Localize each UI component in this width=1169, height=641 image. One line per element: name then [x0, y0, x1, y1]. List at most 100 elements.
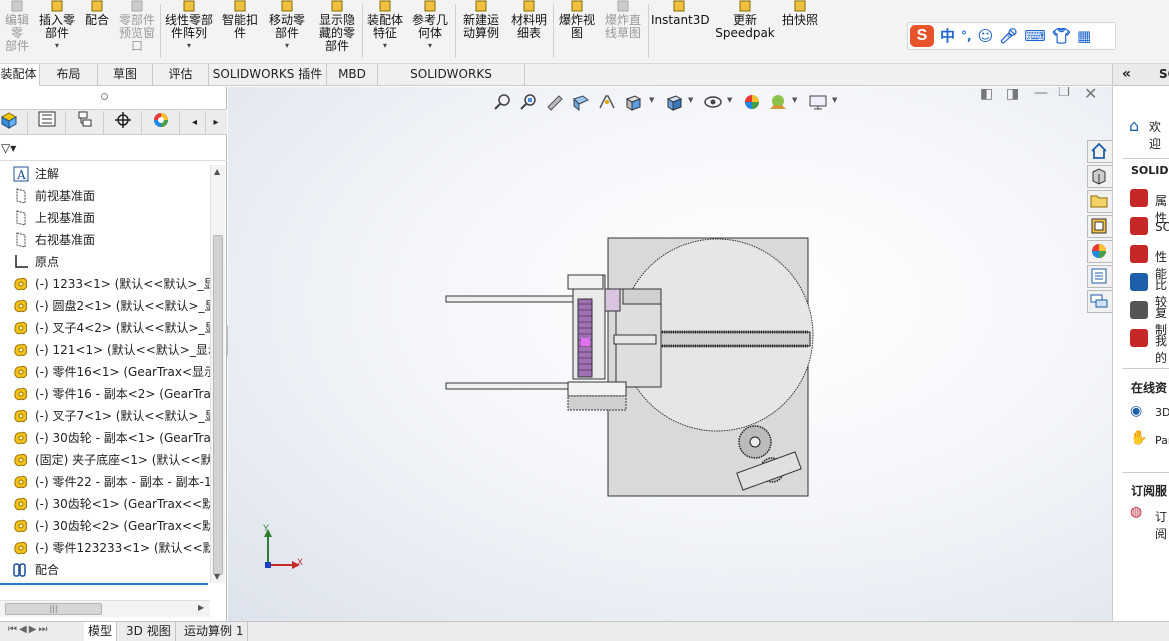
tab-solidworks-addins[interactable]: SOLIDWORKS 插件: [209, 64, 327, 86]
maximize-icon[interactable]: ❐: [1058, 87, 1070, 100]
online-item-3d[interactable]: 3D: [1155, 406, 1169, 419]
ribbon-button-1[interactable]: 插入零 部件 ▾: [36, 0, 78, 62]
ribbon-button-7[interactable]: 显示隐 藏的零 部件: [315, 0, 359, 62]
scroll-up-icon[interactable]: ▲: [214, 167, 220, 176]
rollback-bar[interactable]: [0, 583, 208, 585]
graphics-area[interactable]: ▼ ▼ ▼ ▼ ▼ ◧ ◨ — ❐ ✕ Y X: [228, 87, 1112, 621]
tab-scroll-right[interactable]: ▸: [205, 111, 227, 134]
subscription-item[interactable]: 订阅: [1155, 508, 1169, 542]
home-icon[interactable]: [1087, 140, 1112, 163]
scroll-down-icon[interactable]: ▼: [214, 572, 220, 581]
scroll-right-icon[interactable]: ▶: [198, 603, 204, 612]
tab-solidworks-inspection[interactable]: SOLIDWORKS Inspection: [378, 64, 525, 102]
tree-item[interactable]: (-) 1233<1> (默认<<默认>_显示: [0, 273, 210, 295]
chevron-down-icon[interactable]: ▼: [649, 96, 654, 104]
custom-properties-icon[interactable]: [1087, 265, 1112, 288]
tab-assembly[interactable]: 装配体: [0, 64, 40, 86]
tab-nav-icons[interactable]: ⏮◀▶⏭: [8, 624, 49, 635]
file-explorer-icon[interactable]: [1087, 190, 1112, 213]
tree-item[interactable]: (-) 圆盘2<1> (默认<<默认>_显: [0, 295, 210, 317]
microphone-icon[interactable]: 🎤︎: [999, 25, 1018, 47]
dynamic-annotation-icon[interactable]: [597, 93, 617, 111]
ribbon-button-9[interactable]: 参考几 何体 ▾: [410, 0, 450, 62]
restore-right-icon[interactable]: ◨: [1006, 87, 1019, 102]
ime-punctuation-toggle[interactable]: °,: [961, 25, 972, 47]
ribbon-button-14[interactable]: Instant3D: [651, 0, 710, 62]
filter-icon[interactable]: ▽▾: [1, 141, 16, 155]
chevron-down-icon[interactable]: ▼: [688, 96, 693, 104]
tree-item[interactable]: (-) 121<1> (默认<<默认>_显示: [0, 339, 210, 361]
tree-item[interactable]: (-) 30齿轮 - 副本<1> (GearTra: [0, 427, 210, 449]
ime-mode-toggle[interactable]: 中: [940, 25, 955, 47]
tree-item[interactable]: (固定) 夹子底座<1> (默认<<默认: [0, 449, 210, 471]
edit-appearance-icon[interactable]: [742, 93, 762, 111]
forum-icon[interactable]: [1087, 290, 1112, 313]
restore-left-icon[interactable]: ◧: [980, 87, 993, 102]
collapse-pane-icon[interactable]: «: [1122, 66, 1131, 82]
ribbon-button-2[interactable]: 配合: [83, 0, 111, 62]
tree-item[interactable]: A 注解: [0, 163, 210, 185]
minimize-icon[interactable]: —: [1034, 87, 1048, 101]
panel-grip[interactable]: [101, 93, 108, 100]
skin-icon[interactable]: 👕︎: [1052, 25, 1071, 47]
tree-item[interactable]: (-) 零件16 - 副本<2> (GearTra: [0, 383, 210, 405]
chevron-down-icon[interactable]: ▾: [365, 42, 405, 50]
tab-evaluate[interactable]: 评估: [153, 64, 209, 86]
dimxpert-manager-tab[interactable]: [104, 111, 142, 134]
tree-item[interactable]: (-) 零件16<1> (GearTrax<显示: [0, 361, 210, 383]
ribbon-button-10[interactable]: 新建运 动算例: [459, 0, 503, 62]
tree-vertical-scrollbar[interactable]: ▲ ▼: [210, 165, 225, 583]
property-manager-tab[interactable]: [28, 111, 66, 134]
chevron-down-icon[interactable]: ▼: [792, 96, 797, 104]
tree-item[interactable]: (-) 叉子7<1> (默认<<默认>_显: [0, 405, 210, 427]
chevron-down-icon[interactable]: ▾: [265, 42, 309, 50]
view-orientation-icon[interactable]: [623, 93, 643, 111]
ribbon-button-3[interactable]: 零部件 预览窗 口: [117, 0, 157, 62]
display-style-icon[interactable]: [664, 93, 684, 111]
chevron-down-icon[interactable]: ▼: [832, 96, 837, 104]
tree-item[interactable]: (-) 叉子4<2> (默认<<默认>_显: [0, 317, 210, 339]
scroll-thumb[interactable]: [213, 235, 223, 575]
zoom-to-fit-icon[interactable]: [493, 93, 513, 111]
chevron-down-icon[interactable]: ▾: [162, 42, 216, 50]
tree-item[interactable]: 前视基准面: [0, 185, 210, 207]
task-item-label[interactable]: 我的: [1155, 332, 1169, 366]
tab-motion-study[interactable]: 运动算例 1: [180, 622, 249, 641]
feature-manager-tab[interactable]: [0, 111, 28, 134]
tree-item[interactable]: 上视基准面: [0, 207, 210, 229]
close-icon[interactable]: ✕: [1084, 87, 1097, 103]
tree-item[interactable]: (-) 零件22 - 副本 - 副本 - 副本-1: [0, 471, 210, 493]
tab-mbd[interactable]: MBD: [327, 64, 378, 86]
tree-item[interactable]: (-) 30齿轮<1> (GearTrax<<默认: [0, 493, 210, 515]
view-settings-icon[interactable]: [808, 93, 828, 111]
previous-view-icon[interactable]: [545, 93, 565, 111]
ribbon-button-4[interactable]: 线性零部 件阵列 ▾: [162, 0, 216, 62]
apply-scene-icon[interactable]: [768, 93, 788, 111]
view-palette-icon[interactable]: [1087, 215, 1112, 238]
ribbon-button-8[interactable]: 装配体 特征 ▾: [365, 0, 405, 62]
section-view-icon[interactable]: [571, 93, 591, 111]
configuration-manager-tab[interactable]: [66, 111, 104, 134]
ribbon-button-0[interactable]: 编辑零 部件: [0, 0, 34, 62]
ribbon-button-13[interactable]: 爆炸直 线草图: [603, 0, 643, 62]
ribbon-button-15[interactable]: 更新 Speedpak: [715, 0, 775, 62]
ribbon-button-16[interactable]: 拍快照: [780, 0, 820, 62]
tab-scroll-left[interactable]: ◂: [184, 111, 206, 134]
tab-model[interactable]: 模型: [84, 622, 118, 641]
ribbon-button-12[interactable]: 爆炸视 图: [557, 0, 597, 62]
tab-layout[interactable]: 布局: [40, 64, 98, 86]
chevron-down-icon[interactable]: ▼: [727, 96, 732, 104]
tree-item[interactable]: 原点: [0, 251, 210, 273]
welcome-link[interactable]: 欢迎: [1149, 118, 1169, 152]
tab-sketch[interactable]: 草图: [98, 64, 153, 86]
hide-show-items-icon[interactable]: [703, 93, 723, 111]
tree-item[interactable]: (-) 零件123233<1> (默认<<默认: [0, 537, 210, 559]
display-manager-tab[interactable]: [142, 111, 180, 134]
appearances-icon[interactable]: [1087, 240, 1112, 263]
online-item-partner[interactable]: Par: [1155, 434, 1169, 447]
ribbon-button-11[interactable]: 材料明 细表: [509, 0, 549, 62]
ribbon-button-6[interactable]: 移动零 部件 ▾: [265, 0, 309, 62]
design-library-icon[interactable]: [1087, 165, 1112, 188]
sogou-ime-toolbar[interactable]: S 中 °, ☺ 🎤︎ ⌨ 👕︎ ▦: [907, 22, 1116, 50]
keyboard-icon[interactable]: ⌨: [1024, 25, 1046, 47]
